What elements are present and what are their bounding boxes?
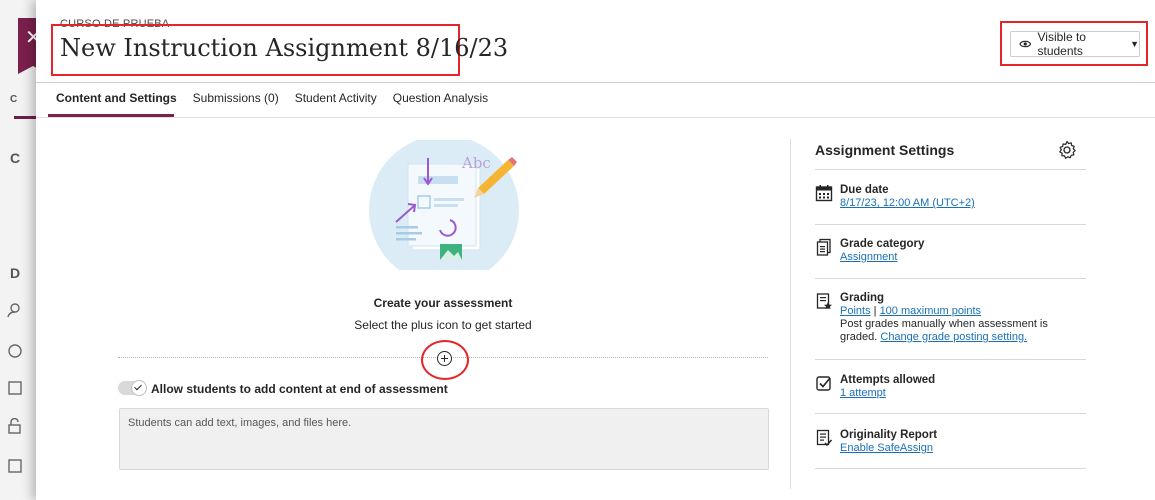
- bg-lock-icon: [8, 418, 21, 434]
- allow-content-label: Allow students to add content at end of …: [151, 382, 448, 396]
- illustration-text: Abc: [461, 154, 491, 172]
- add-content-plus-button[interactable]: [437, 351, 452, 366]
- grading-label: Grading: [840, 292, 885, 304]
- eye-icon: [1019, 40, 1032, 48]
- tab-content-and-settings[interactable]: Content and Settings: [56, 91, 177, 115]
- visibility-dropdown[interactable]: Visible to students ▼: [1010, 30, 1140, 58]
- bg-heading: C: [10, 150, 21, 166]
- originality-report-icon: [816, 429, 833, 447]
- bg-sigma-icon: [8, 459, 22, 473]
- settings-divider: [815, 224, 1086, 225]
- header-divider: [36, 82, 1155, 83]
- background-course-page: C C D: [0, 0, 36, 500]
- grade-category-link[interactable]: Assignment: [840, 251, 897, 263]
- originality-label: Originality Report: [840, 429, 938, 441]
- bg-check-circle-icon: [8, 344, 22, 358]
- settings-divider: [815, 278, 1086, 279]
- attempts-label: Attempts allowed: [840, 374, 936, 386]
- gear-icon[interactable]: [1057, 140, 1077, 160]
- max-points-link[interactable]: 100 maximum points: [880, 305, 982, 317]
- change-posting-link[interactable]: Change grade posting setting.: [880, 331, 1027, 343]
- bg-tab-underline: [14, 116, 36, 119]
- due-date-link[interactable]: 8/17/23, 12:00 AM (UTC+2): [840, 197, 975, 209]
- grade-category-label: Grade category: [840, 238, 925, 250]
- document-icon: [816, 238, 831, 256]
- grading-icon: [816, 293, 832, 310]
- assignment-panel: CURSO DE PRUEBA New Instruction Assignme…: [36, 0, 1155, 500]
- allow-content-toggle[interactable]: [118, 380, 147, 396]
- visibility-label: Visible to students: [1037, 30, 1086, 58]
- calendar-icon: [815, 185, 833, 202]
- grading-separator: |: [873, 305, 877, 317]
- tab-student-activity[interactable]: Student Activity: [295, 91, 377, 115]
- create-assessment-subtitle: Select the plus icon to get started: [354, 318, 532, 332]
- create-assessment-title: Create your assessment: [373, 296, 513, 310]
- settings-divider: [815, 468, 1086, 469]
- settings-divider: [815, 169, 1086, 170]
- bg-person-icon: [7, 303, 20, 318]
- check-icon: [131, 380, 147, 396]
- grading-note: Post grades manually when assessment is: [840, 318, 1048, 330]
- tab-bar: Content and Settings Submissions (0) Stu…: [56, 91, 504, 115]
- points-link[interactable]: Points: [840, 305, 871, 317]
- settings-title: Assignment Settings: [815, 142, 955, 158]
- sidebar-divider: [790, 139, 791, 489]
- tab-submissions[interactable]: Submissions (0): [193, 91, 279, 115]
- tab-question-analysis[interactable]: Question Analysis: [393, 91, 488, 115]
- settings-divider: [815, 413, 1086, 414]
- bg-tab-text: C: [10, 94, 18, 105]
- bg-image-icon: [8, 381, 22, 395]
- page-title: New Instruction Assignment 8/16/23: [60, 34, 509, 62]
- chevron-down-icon: ▼: [1130, 39, 1139, 49]
- attempts-checkbox-icon: [816, 376, 831, 391]
- student-content-textarea[interactable]: Students can add text, images, and files…: [119, 408, 769, 470]
- tabs-divider: [36, 117, 1155, 118]
- grading-note-2: graded.: [840, 331, 878, 343]
- due-date-label: Due date: [840, 184, 889, 196]
- attempts-link[interactable]: 1 attempt: [840, 387, 886, 399]
- safeassign-link[interactable]: Enable SafeAssign: [840, 442, 933, 454]
- settings-divider: [815, 359, 1086, 360]
- bg-heading-2: D: [10, 265, 21, 281]
- assessment-illustration: Abc: [369, 140, 519, 270]
